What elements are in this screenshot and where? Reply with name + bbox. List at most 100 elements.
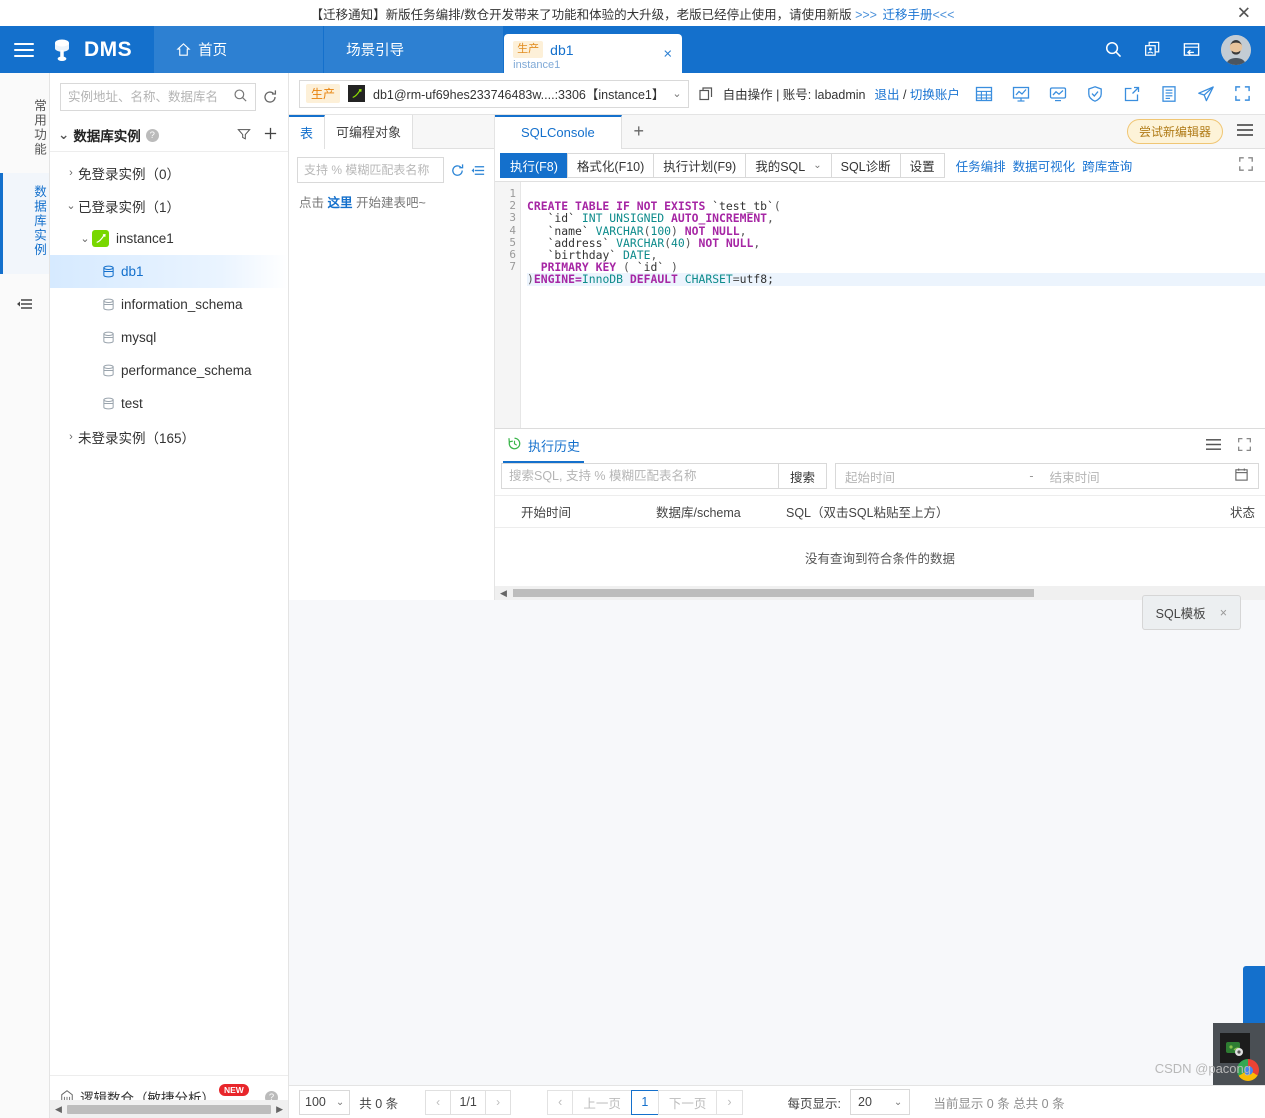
copy-icon[interactable] [698, 86, 714, 102]
sql-editor[interactable]: 1 2 3 4 5 6 7 CREATE TABLE IF NOT EXISTS… [495, 182, 1265, 428]
tab-execution-history[interactable]: 执行历史 [503, 429, 585, 463]
sort-icon[interactable] [471, 163, 486, 178]
table-search-input[interactable] [304, 163, 437, 177]
close-icon[interactable]: × [663, 46, 672, 61]
next-page-button[interactable]: 下一页 [657, 1089, 718, 1115]
tree-node-test[interactable]: test [50, 387, 288, 420]
scroll-right-icon[interactable]: ▶ [273, 1104, 286, 1115]
table-page-size-select[interactable]: 100 ⌄ [299, 1089, 351, 1115]
hamburger-icon[interactable] [0, 26, 48, 73]
user-avatar[interactable] [1221, 34, 1251, 65]
table-next-page-button[interactable]: › [485, 1089, 512, 1115]
chevron-right-icon[interactable]: › [64, 431, 78, 443]
migration-manual-link[interactable]: 迁移手册 [882, 8, 932, 22]
table-prev-page-button[interactable]: ‹ [425, 1089, 452, 1115]
rail-item-common-functions[interactable]: 常用功能 [0, 87, 49, 173]
table-icon[interactable] [975, 85, 993, 103]
scroll-left-icon[interactable]: ◀ [497, 588, 510, 599]
chevron-down-icon[interactable]: ⌄ [78, 232, 92, 245]
scroll-thumb[interactable] [66, 1104, 272, 1114]
plus-icon[interactable] [263, 126, 278, 144]
help-icon[interactable]: ? [145, 128, 159, 142]
rail-item-database-instances[interactable]: 数据库实例 [0, 173, 49, 274]
logout-icon[interactable] [1182, 40, 1201, 59]
prev-page-button[interactable]: 上一页 [572, 1089, 632, 1115]
chevron-down-icon[interactable]: ⌄ [58, 127, 69, 143]
next-page-icon[interactable]: › [716, 1089, 743, 1115]
link-cross-db-query[interactable]: 跨库查询 [1082, 156, 1132, 175]
close-icon[interactable]: ✕ [1237, 5, 1251, 22]
tree-horizontal-scrollbar[interactable]: ◀ ▶ [50, 1100, 288, 1118]
logout-link[interactable]: 退出 [874, 88, 899, 102]
collapse-icon[interactable] [16, 296, 34, 315]
nav-tab-scenario-guide[interactable]: 场景引导 [324, 26, 505, 73]
fullscreen-icon[interactable] [1234, 85, 1251, 102]
tree-node-free-login[interactable]: › 免登录实例（0） [50, 156, 288, 189]
current-page-button[interactable]: 1 [630, 1089, 659, 1115]
refresh-icon[interactable] [262, 83, 278, 111]
fullscreen-icon[interactable] [1237, 437, 1252, 455]
windows-icon[interactable] [1143, 40, 1162, 59]
scroll-thumb[interactable] [512, 589, 1034, 597]
tree-node-logged-in[interactable]: ⌄ 已登录实例（1） [50, 189, 288, 222]
close-icon[interactable]: × [1220, 606, 1227, 620]
brand-logo-area[interactable]: DMS [48, 26, 154, 73]
my-sql-dropdown[interactable]: 我的SQL ⌄ [745, 152, 832, 178]
tab-sqlconsole[interactable]: SQLConsole [495, 115, 622, 149]
connection-selector[interactable]: 生产 db1@rm-uf69hes233746483w....:3306【ins… [299, 79, 689, 108]
tab-programmable-objects[interactable]: 可编程对象 [325, 115, 414, 149]
link-data-visualization[interactable]: 数据可视化 [1013, 156, 1076, 175]
search-icon[interactable] [1104, 40, 1123, 59]
chevron-right-icon[interactable]: › [64, 167, 78, 179]
prev-page-icon[interactable]: ‹ [547, 1089, 574, 1115]
calendar-icon[interactable] [1234, 467, 1249, 485]
nav-tab-home[interactable]: 首页 [154, 26, 325, 73]
list-icon[interactable] [1204, 437, 1223, 455]
fullscreen-icon[interactable] [1238, 156, 1260, 175]
history-date-range[interactable]: 起始时间 - 结束时间 [835, 463, 1259, 489]
shield-check-icon[interactable] [1086, 85, 1104, 103]
execution-plan-button[interactable]: 执行计划(F9) [653, 152, 747, 178]
tree-node-db1[interactable]: db1 [50, 255, 288, 288]
document-icon[interactable] [1160, 85, 1178, 103]
sql-code-content[interactable]: CREATE TABLE IF NOT EXISTS `test_tb`( `i… [521, 182, 1265, 428]
settings-button[interactable]: 设置 [899, 152, 945, 178]
tree-section-header[interactable]: ⌄ 数据库实例 ? [50, 119, 288, 152]
monitor-icon[interactable] [1049, 85, 1067, 103]
try-new-editor-button[interactable]: 尝试新编辑器 [1126, 119, 1223, 144]
search-icon[interactable] [233, 88, 248, 106]
dashboard-icon[interactable] [1012, 85, 1030, 103]
tree-node-instance1[interactable]: ⌄ instance1 [50, 222, 288, 255]
instance-search-box[interactable] [60, 83, 256, 111]
page-size-select[interactable]: 20 ⌄ [850, 1089, 911, 1115]
tree-node-not-logged-in[interactable]: › 未登录实例（165） [50, 420, 288, 453]
create-table-link[interactable]: 这里 [327, 196, 352, 210]
switch-account-link[interactable]: 切换账户 [910, 88, 960, 102]
scroll-left-icon[interactable]: ◀ [52, 1104, 65, 1115]
table-page-size-value: 100 [305, 1095, 326, 1109]
tree-node-information-schema[interactable]: information_schema [50, 288, 288, 321]
export-icon[interactable] [1123, 85, 1141, 103]
chevron-down-icon[interactable]: ⌄ [672, 87, 681, 100]
chevron-down-icon[interactable]: ⌄ [64, 199, 78, 212]
side-blue-tab[interactable] [1243, 966, 1265, 1030]
execute-button[interactable]: 执行(F8) [500, 152, 568, 178]
history-search-input[interactable] [509, 469, 771, 483]
history-search-box[interactable] [501, 463, 779, 489]
refresh-icon[interactable] [450, 163, 465, 178]
send-icon[interactable] [1197, 85, 1215, 103]
tree-node-mysql[interactable]: mysql [50, 321, 288, 354]
add-tab-button[interactable]: + [622, 115, 656, 148]
menu-icon[interactable] [1235, 122, 1255, 141]
document-tab-db1[interactable]: 生产 db1 instance1 × [504, 34, 683, 73]
sql-template-popover[interactable]: SQL模板 × [1141, 595, 1241, 630]
link-task-orchestration[interactable]: 任务编排 [956, 156, 1006, 175]
format-button[interactable]: 格式化(F10) [566, 152, 655, 178]
sql-diagnostics-button[interactable]: SQL诊断 [830, 152, 901, 178]
instance-search-input[interactable] [68, 90, 229, 104]
history-search-button[interactable]: 搜索 [778, 463, 828, 489]
table-search-box[interactable] [297, 157, 444, 183]
tree-node-performance-schema[interactable]: performance_schema [50, 354, 288, 387]
tab-tables[interactable]: 表 [289, 115, 326, 149]
filter-icon[interactable] [237, 127, 251, 144]
